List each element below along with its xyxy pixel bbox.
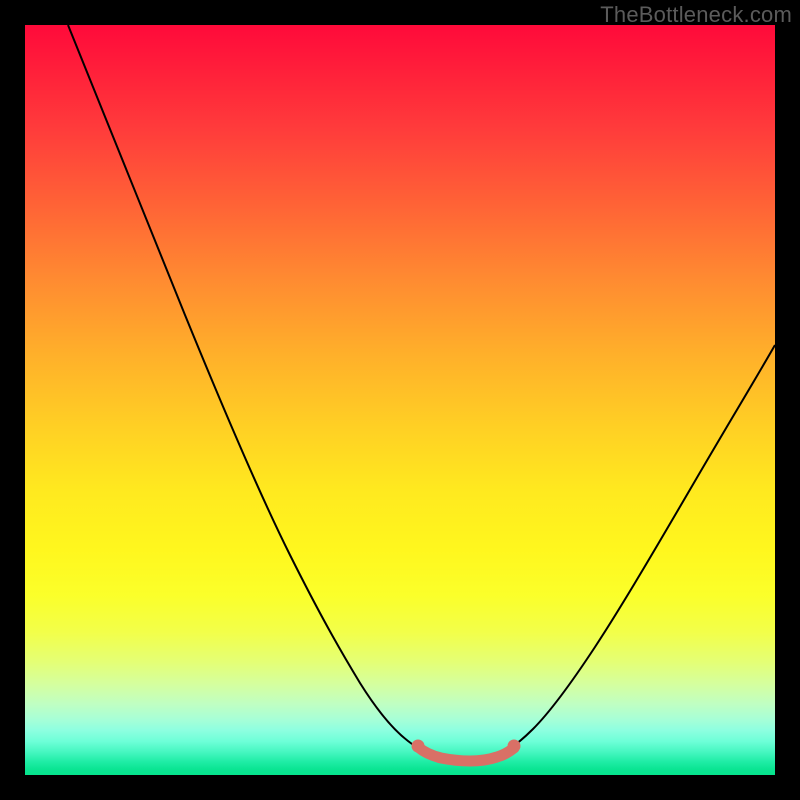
chart-frame: TheBottleneck.com [0,0,800,800]
plot-area [25,25,775,775]
optimal-marker-dot-left [412,740,425,753]
optimal-marker-line [418,747,514,761]
watermark-text: TheBottleneck.com [600,2,792,28]
bottleneck-curve [68,25,775,760]
chart-svg [25,25,775,775]
optimal-marker-dot-right [508,740,521,753]
